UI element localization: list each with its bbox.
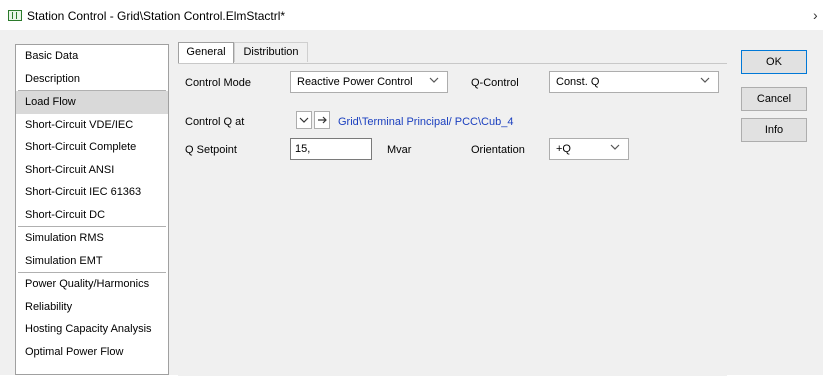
arrow-right-icon xyxy=(318,116,327,124)
q-setpoint-label: Q Setpoint xyxy=(185,144,237,156)
nav-item-hosting-capacity[interactable]: Hosting Capacity Analysis xyxy=(16,318,168,341)
control-mode-label: Control Mode xyxy=(185,77,252,89)
q-setpoint-value: 15, xyxy=(295,143,311,155)
chevron-down-icon xyxy=(700,77,710,83)
q-setpoint-unit: Mvar xyxy=(387,144,412,156)
q-control-label: Q-Control xyxy=(471,77,519,89)
tab-general[interactable]: General xyxy=(178,42,234,64)
control-mode-select[interactable]: Reactive Power Control xyxy=(290,71,448,93)
control-q-at-label: Control Q at xyxy=(185,116,245,128)
nav-item-optimal-power-flow[interactable]: Optimal Power Flow xyxy=(16,341,168,364)
orientation-label: Orientation xyxy=(471,144,525,156)
cancel-button[interactable]: Cancel xyxy=(741,87,807,111)
q-control-value: Const. Q xyxy=(556,76,600,88)
nav-item-short-circuit-vde-iec[interactable]: Short-Circuit VDE/IEC xyxy=(16,114,168,137)
general-panel xyxy=(178,63,727,376)
nav-item-power-quality[interactable]: Power Quality/Harmonics xyxy=(16,273,168,296)
category-nav: Basic Data Description Load Flow Short-C… xyxy=(15,44,169,375)
window-title: Station Control - Grid\Station Control.E… xyxy=(27,9,286,23)
nav-item-short-circuit-dc[interactable]: Short-Circuit DC xyxy=(16,204,168,227)
control-q-at-link[interactable]: Grid\Terminal Principal/ PCC\Cub_4 xyxy=(338,116,513,128)
window-titlebar: Station Control - Grid\Station Control.E… xyxy=(0,0,823,30)
orientation-value: +Q xyxy=(556,143,571,155)
nav-item-simulation-rms[interactable]: Simulation RMS xyxy=(16,227,168,250)
ok-button[interactable]: OK xyxy=(741,50,807,74)
nav-item-load-flow[interactable]: Load Flow xyxy=(16,91,168,114)
chevron-down-icon xyxy=(299,117,309,123)
control-mode-value: Reactive Power Control xyxy=(297,76,413,88)
nav-item-simulation-emt[interactable]: Simulation EMT xyxy=(16,250,168,273)
jump-to-terminal-button[interactable] xyxy=(314,111,330,129)
nav-item-short-circuit-complete[interactable]: Short-Circuit Complete xyxy=(16,136,168,159)
select-terminal-button[interactable] xyxy=(296,111,312,129)
chevron-down-icon xyxy=(610,144,620,150)
nav-item-short-circuit-ansi[interactable]: Short-Circuit ANSI xyxy=(16,159,168,182)
tab-distribution[interactable]: Distribution xyxy=(234,42,308,62)
q-setpoint-input[interactable]: 15, xyxy=(290,138,372,160)
chevron-down-icon xyxy=(429,77,439,83)
q-control-select[interactable]: Const. Q xyxy=(549,71,719,93)
nav-item-reliability[interactable]: Reliability xyxy=(16,296,168,319)
orientation-select[interactable]: +Q xyxy=(549,138,629,160)
nav-item-basic-data[interactable]: Basic Data xyxy=(16,45,168,68)
nav-item-description[interactable]: Description xyxy=(16,68,168,91)
info-button[interactable]: Info xyxy=(741,118,807,142)
close-icon[interactable]: › xyxy=(813,7,818,23)
station-control-icon xyxy=(8,10,22,21)
nav-item-short-circuit-iec-61363[interactable]: Short-Circuit IEC 61363 xyxy=(16,181,168,204)
